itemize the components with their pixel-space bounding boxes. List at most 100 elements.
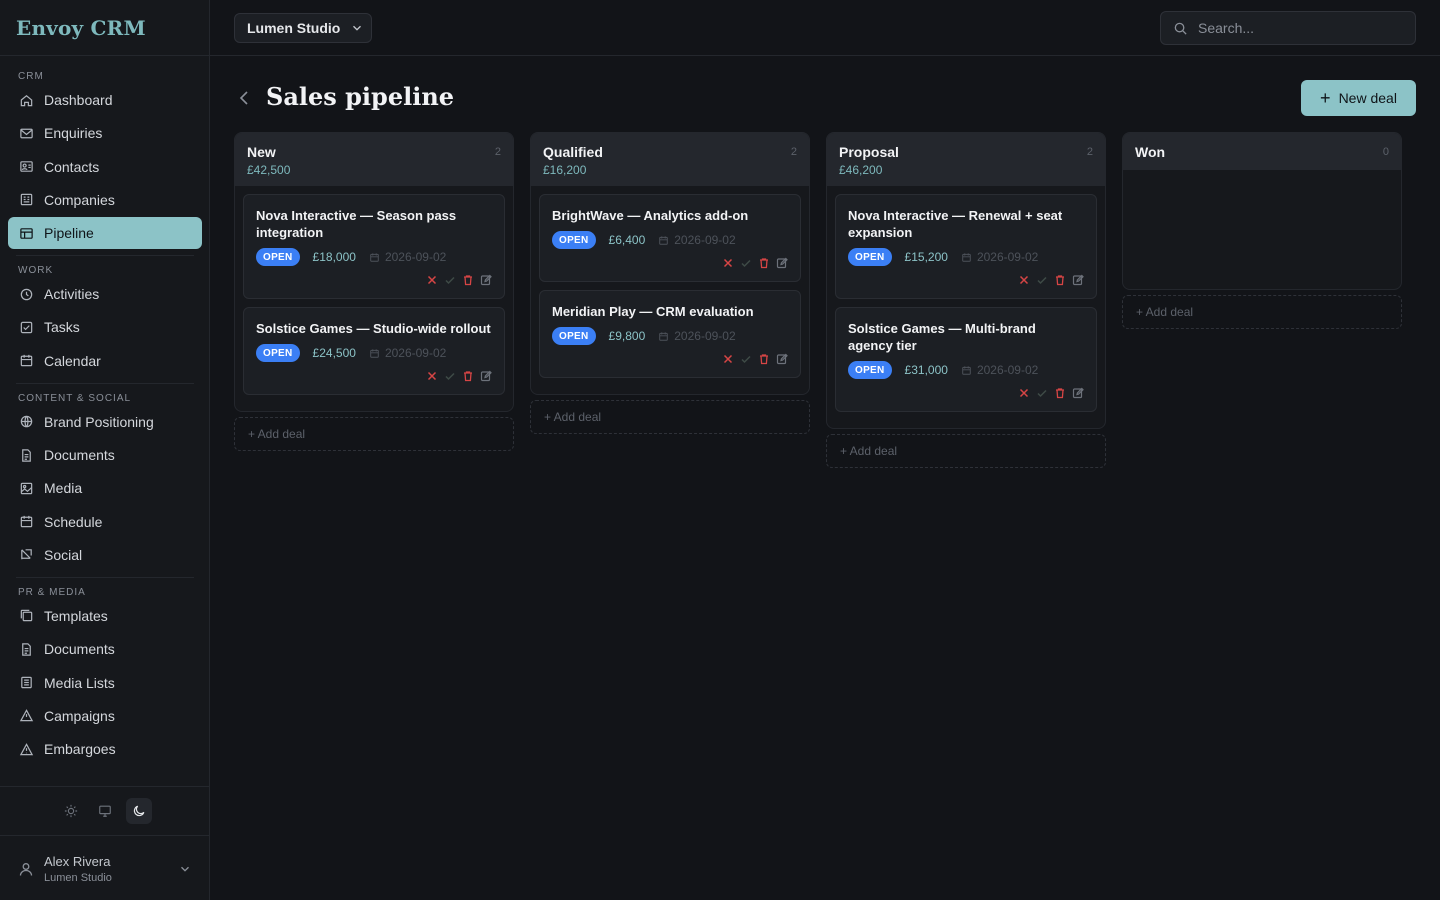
sidebar-item-activities[interactable]: Activities [8,278,202,310]
sidebar-item-documents[interactable]: Documents [8,439,202,471]
add-deal-button[interactable]: + Add deal [826,434,1106,468]
edit-deal-button[interactable] [480,370,492,382]
column-total: £42,500 [247,163,291,177]
add-deal-button[interactable]: + Add deal [530,400,810,434]
delete-deal-button[interactable] [758,353,770,365]
trash-icon [464,371,472,382]
page-title: Sales pipeline [266,82,455,111]
mark-won-button[interactable] [740,257,752,269]
deal-amount: £15,200 [904,250,948,264]
sidebar-item-label: Media [44,480,83,497]
status-badge: OPEN [552,327,596,345]
user-menu[interactable]: Alex Rivera Lumen Studio [0,837,210,900]
deal-card[interactable]: Nova Interactive — Renewal + seat expans… [835,194,1097,299]
mark-lost-button[interactable] [722,353,734,365]
mark-lost-button[interactable] [426,370,438,382]
mark-won-button[interactable] [1036,274,1048,286]
new-deal-button[interactable]: + New deal [1301,80,1416,116]
add-deal-button[interactable]: + Add deal [234,417,514,451]
sidebar-item-schedule[interactable]: Schedule [8,506,202,538]
theme-switcher [0,786,210,836]
back-arrow-icon[interactable] [236,88,252,108]
close-icon [1019,388,1029,398]
system-theme-button[interactable] [92,798,118,824]
sidebar-item-label: Campaigns [44,707,115,724]
sidebar-item-contacts[interactable]: Contacts [8,151,202,183]
close-icon [427,275,437,285]
calendar-icon [20,355,32,367]
dark-theme-button[interactable] [126,798,152,824]
sidebar-item-dashboard[interactable]: Dashboard [8,84,202,116]
sidebar-item-media-lists[interactable]: Media Lists [8,667,202,699]
document-icon [21,643,31,656]
sidebar-item-companies[interactable]: Companies [8,184,202,216]
mark-lost-button[interactable] [722,257,734,269]
sidebar-item-media[interactable]: Media [8,472,202,504]
sidebar-item-label: Activities [44,286,100,303]
sidebar-item-campaigns[interactable]: Campaigns [8,700,202,732]
delete-deal-button[interactable] [462,274,474,286]
image-icon [20,482,32,495]
trash-icon [760,354,768,365]
deal-card[interactable]: Meridian Play — CRM evaluation OPEN £9,800… [539,290,801,378]
deal-card[interactable]: Solstice Games — Studio-wide rollout OPEN… [243,307,505,395]
search-input[interactable] [1198,20,1398,36]
sidebar-item-label: Companies [44,191,115,208]
deal-amount: £9,800 [608,329,646,343]
sidebar-item-label: Documents [44,447,115,464]
delete-deal-button[interactable] [1054,274,1066,286]
sidebar-item-templates[interactable]: Templates [8,600,202,632]
sidebar-nav: CRM Dashboard Enquiries Contacts Companies Pi… [0,70,210,766]
org-selector[interactable]: Lumen Studio [234,13,372,43]
trash-icon [760,258,768,269]
sidebar-item-calendar[interactable]: Calendar [8,345,202,377]
sidebar-item-enquiries[interactable]: Enquiries [8,117,202,149]
light-theme-button[interactable] [58,798,84,824]
delete-deal-button[interactable] [1054,387,1066,399]
delete-deal-button[interactable] [462,370,474,382]
delete-deal-button[interactable] [758,257,770,269]
sidebar-item-embargoes[interactable]: Embargoes [8,733,202,765]
moon-icon [133,805,145,817]
add-deal-button[interactable]: + Add deal [1122,295,1402,329]
warning-icon [19,742,33,755]
pipeline-column-qualified: Qualified £16,200 2 BrightWave — Analytics … [530,132,810,395]
status-badge: OPEN [552,231,596,249]
mark-won-button[interactable] [740,353,752,365]
mark-won-button[interactable] [444,274,456,286]
edit-deal-button[interactable] [776,353,788,365]
mark-lost-button[interactable] [1018,274,1030,286]
sidebar-item-pipeline[interactable]: Pipeline [8,217,202,250]
mark-won-button[interactable] [1036,387,1048,399]
user-name: Alex Rivera [44,853,111,869]
sidebar-item-label: Pipeline [44,225,94,242]
sidebar-item-brand-positioning[interactable]: Brand Positioning [8,406,202,438]
deal-card[interactable]: BrightWave — Analytics add-on OPEN £6,400 2… [539,194,801,282]
deal-close-date: 2026-09-02 [384,250,447,264]
edit-deal-button[interactable] [480,274,492,286]
column-header: Qualified £16,200 2 [531,133,809,186]
column-body: Nova Interactive — Season pass integrati… [235,186,513,411]
deal-card[interactable]: Solstice Games — Multi-brand agency tier… [835,307,1097,412]
column-title: Won [1135,144,1166,160]
sidebar-item-tasks[interactable]: Tasks [8,311,202,343]
edit-deal-button[interactable] [1072,274,1084,286]
edit-deal-button[interactable] [776,257,788,269]
nav-section-label: CRM [18,71,44,82]
brand-logo-text[interactable]: Envoy CRM [16,16,146,40]
sidebar-item-social[interactable]: Social [8,539,202,571]
check-icon [741,259,751,268]
column-title: New [247,144,276,160]
mark-lost-button[interactable] [1018,387,1030,399]
edit-icon [480,370,492,382]
mark-won-button[interactable] [444,370,456,382]
deal-card[interactable]: Nova Interactive — Season pass integrati… [243,194,505,299]
new-deal-label: New deal [1338,90,1397,106]
nav-divider [16,255,194,257]
edit-deal-button[interactable] [1072,387,1084,399]
calendar-icon [659,331,669,341]
sidebar-item-documents[interactable]: Documents [8,633,202,665]
mark-lost-button[interactable] [426,274,438,286]
deal-amount: £18,000 [312,250,356,264]
contacts-icon [19,161,33,172]
